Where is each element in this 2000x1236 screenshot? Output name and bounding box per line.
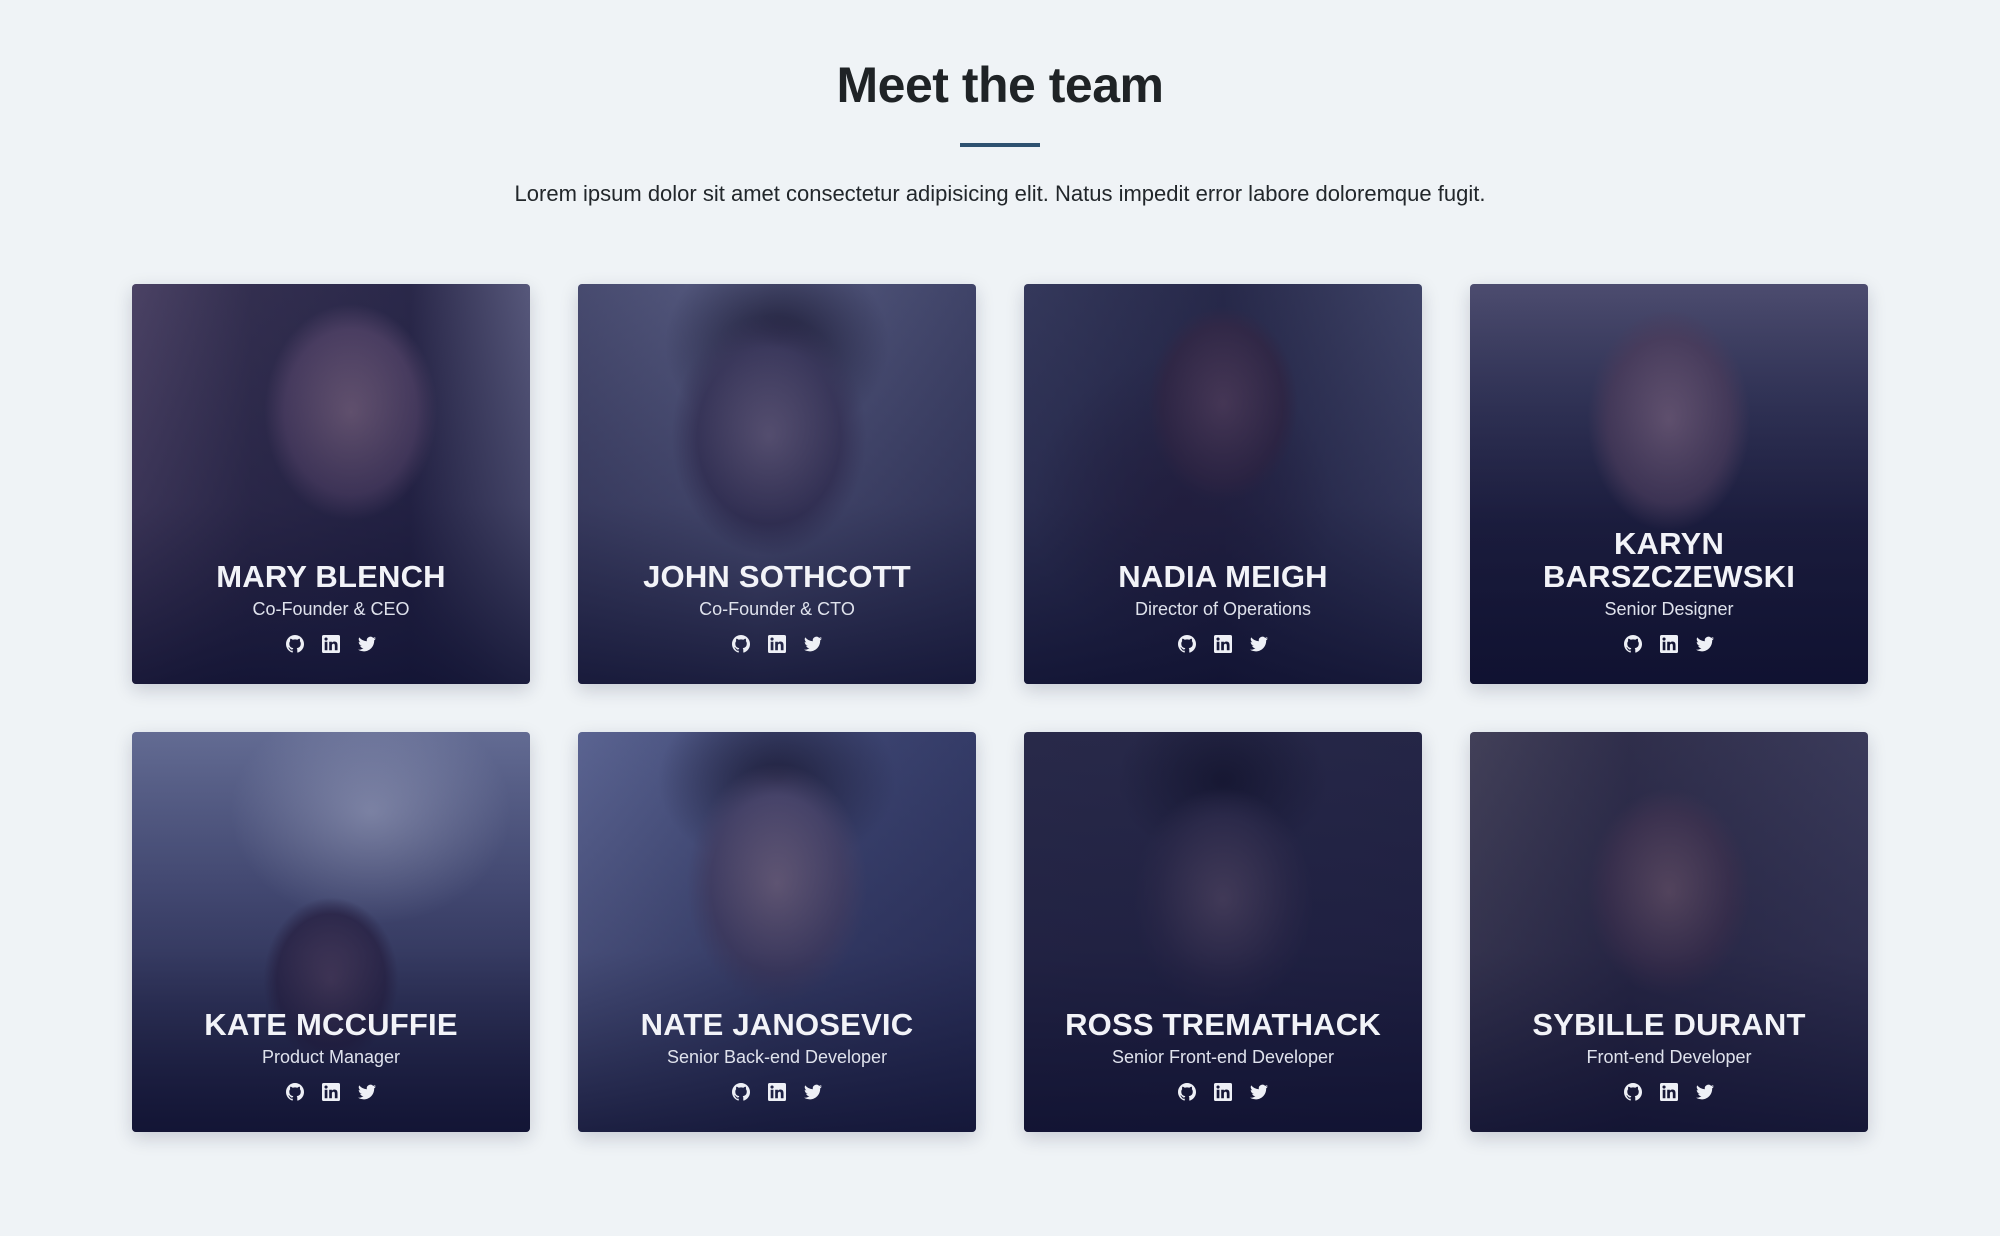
twitter-icon[interactable] <box>357 634 377 654</box>
linkedin-icon[interactable] <box>1213 634 1233 654</box>
member-info: Mary Blench Co-Founder & CEO <box>132 560 530 654</box>
social-links <box>578 634 976 654</box>
team-card: Sybille Durant Front-end Developer <box>1470 732 1868 1132</box>
social-links <box>1024 1082 1422 1102</box>
social-links <box>1024 634 1422 654</box>
page-title: Meet the team <box>836 57 1164 113</box>
member-name: Ross Tremathack <box>1065 1007 1381 1042</box>
intro-text: Lorem ipsum dolor sit amet consectetur a… <box>514 181 1486 206</box>
member-role: Front-end Developer <box>1586 1047 1752 1067</box>
team-card: Kate McCuffie Product Manager <box>132 732 530 1132</box>
twitter-icon[interactable] <box>1249 1082 1269 1102</box>
member-info: John Sothcott Co-Founder & CTO <box>578 560 976 654</box>
twitter-icon[interactable] <box>1249 634 1269 654</box>
twitter-icon[interactable] <box>803 634 823 654</box>
social-links <box>1470 634 1868 654</box>
twitter-icon[interactable] <box>803 1082 823 1102</box>
github-icon[interactable] <box>1177 634 1197 654</box>
member-info: Nadia Meigh Director of Operations <box>1024 560 1422 654</box>
twitter-icon[interactable] <box>1695 1082 1715 1102</box>
github-icon[interactable] <box>1623 1082 1643 1102</box>
social-links <box>1470 1082 1868 1102</box>
team-card: Karyn Barszczewski Senior Designer <box>1470 284 1868 684</box>
member-role: Product Manager <box>261 1047 401 1067</box>
twitter-icon[interactable] <box>357 1082 377 1102</box>
github-icon[interactable] <box>1177 1082 1197 1102</box>
member-name: Sybille Durant <box>1532 1007 1806 1042</box>
github-icon[interactable] <box>285 634 305 654</box>
member-role: Co-Founder & CTO <box>699 599 855 619</box>
team-card: Ross Tremathack Senior Front-end Develop… <box>1024 732 1422 1132</box>
member-info: Ross Tremathack Senior Front-end Develop… <box>1024 1008 1422 1102</box>
member-name: John Sothcott <box>643 559 911 594</box>
member-name: Nate Janosevic <box>640 1007 914 1042</box>
member-role: Co-Founder & CEO <box>252 599 410 619</box>
member-info: Kate McCuffie Product Manager <box>132 1008 530 1102</box>
twitter-icon[interactable] <box>1695 634 1715 654</box>
linkedin-icon[interactable] <box>767 1082 787 1102</box>
title-divider <box>960 143 1040 147</box>
github-icon[interactable] <box>731 1082 751 1102</box>
linkedin-icon[interactable] <box>1659 634 1679 654</box>
team-card: Nate Janosevic Senior Back-end Developer <box>578 732 976 1132</box>
linkedin-icon[interactable] <box>767 634 787 654</box>
social-links <box>578 1082 976 1102</box>
team-card: John Sothcott Co-Founder & CTO <box>578 284 976 684</box>
member-name: Kate McCuffie <box>204 1007 458 1042</box>
team-section: Meet the team Lorem ipsum dolor sit amet… <box>0 0 2000 1236</box>
member-info: Karyn Barszczewski Senior Designer <box>1470 527 1868 654</box>
member-name: Nadia Meigh <box>1118 559 1328 594</box>
team-card: Nadia Meigh Director of Operations <box>1024 284 1422 684</box>
linkedin-icon[interactable] <box>321 634 341 654</box>
linkedin-icon[interactable] <box>1659 1082 1679 1102</box>
social-links <box>132 1082 530 1102</box>
social-links <box>132 634 530 654</box>
github-icon[interactable] <box>285 1082 305 1102</box>
team-card: Mary Blench Co-Founder & CEO <box>132 284 530 684</box>
linkedin-icon[interactable] <box>1213 1082 1233 1102</box>
github-icon[interactable] <box>731 634 751 654</box>
member-role: Director of Operations <box>1134 599 1312 619</box>
member-role: Senior Designer <box>1604 599 1734 619</box>
member-role: Senior Front-end Developer <box>1111 1047 1335 1067</box>
member-info: Sybille Durant Front-end Developer <box>1470 1008 1868 1102</box>
member-role: Senior Back-end Developer <box>666 1047 888 1067</box>
member-info: Nate Janosevic Senior Back-end Developer <box>578 1008 976 1102</box>
linkedin-icon[interactable] <box>321 1082 341 1102</box>
member-name: Mary Blench <box>216 559 446 594</box>
member-name: Karyn Barszczewski <box>1542 526 1796 594</box>
github-icon[interactable] <box>1623 634 1643 654</box>
team-grid: Mary Blench Co-Founder & CEO John Sothco… <box>132 284 1868 1132</box>
